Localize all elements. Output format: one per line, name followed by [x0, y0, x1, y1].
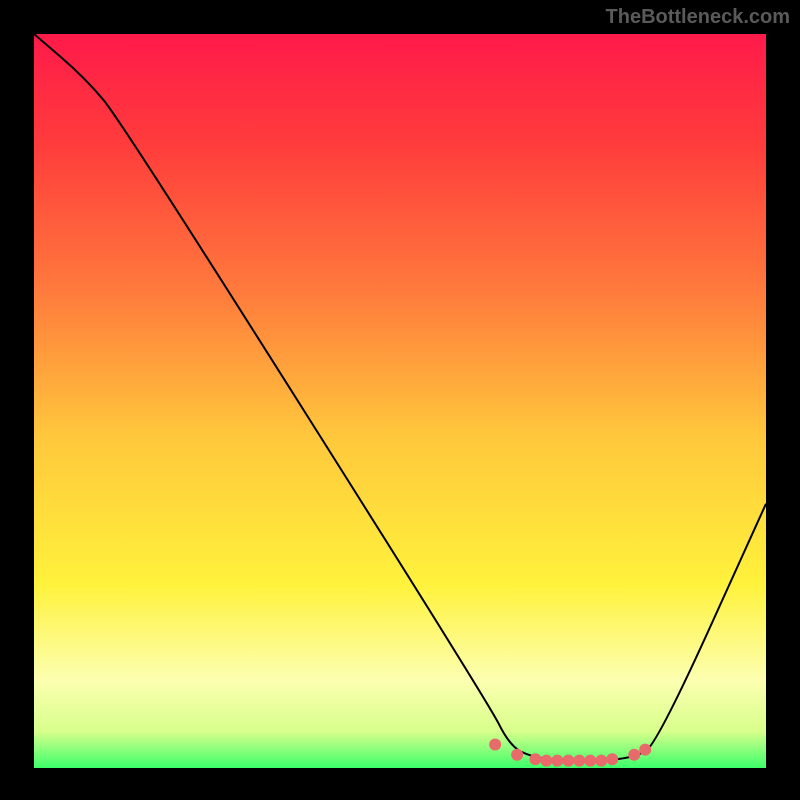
watermark-text: TheBottleneck.com: [606, 6, 790, 29]
data-point: [584, 755, 596, 767]
data-point: [551, 755, 563, 767]
chart-container: TheBottleneck.com: [0, 0, 800, 800]
data-point: [639, 744, 651, 756]
data-point: [606, 753, 618, 765]
data-point: [511, 749, 523, 761]
data-point: [489, 739, 501, 751]
data-point: [540, 755, 552, 767]
data-point: [562, 755, 574, 767]
plot-background: [34, 34, 766, 768]
data-point: [573, 755, 585, 767]
data-point: [529, 753, 541, 765]
chart-svg: [0, 0, 800, 800]
data-point: [628, 749, 640, 761]
data-point: [595, 755, 607, 767]
